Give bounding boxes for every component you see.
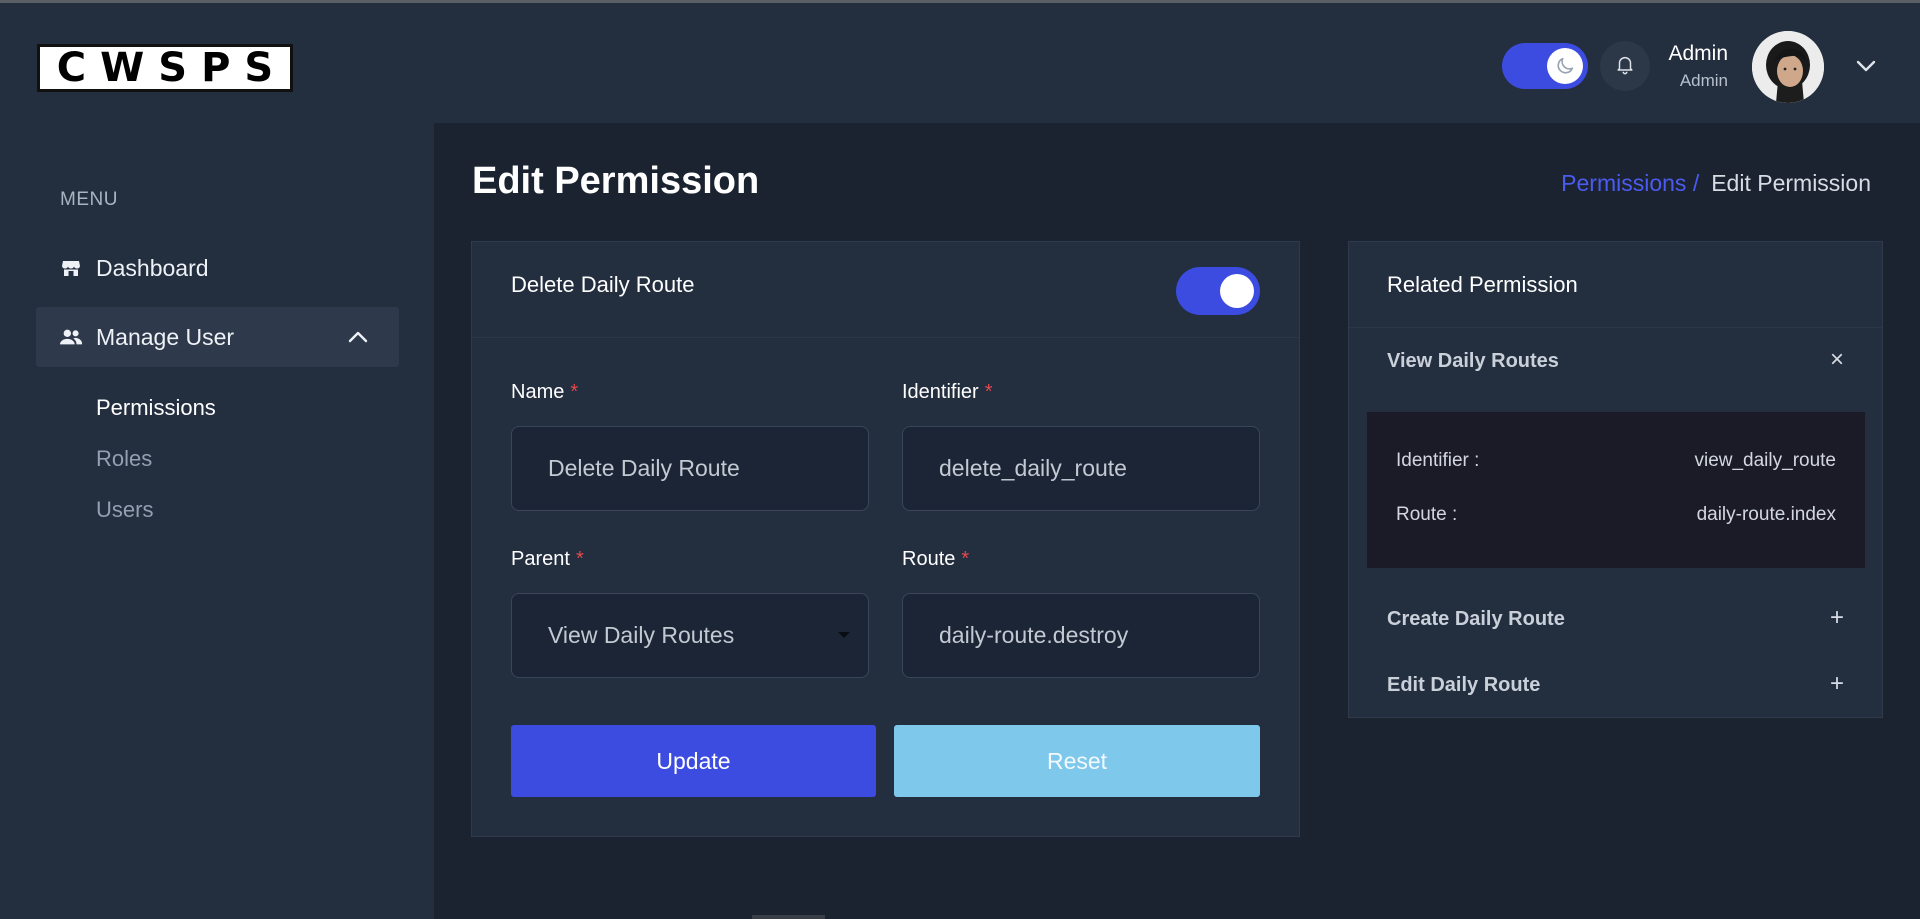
sidebar-subitem-users[interactable]: Users (96, 497, 153, 523)
name-field[interactable]: Delete Daily Route (511, 426, 869, 511)
user-role: Admin (1679, 71, 1728, 90)
sidebar-item-dashboard[interactable]: Dashboard (36, 238, 399, 298)
bell-icon (1614, 53, 1636, 80)
related-title: Related Permission (1387, 272, 1578, 297)
breadcrumb-current: Edit Permission (1711, 170, 1871, 196)
toggle-knob (1220, 274, 1254, 308)
identifier-value: view_daily_route (1694, 450, 1836, 471)
plus-icon[interactable]: + (1830, 606, 1844, 630)
accordion-title-create-daily-route[interactable]: Create Daily Route (1387, 608, 1565, 631)
breadcrumb-link-permissions[interactable]: Permissions / (1561, 170, 1699, 197)
route-label: Route * (902, 548, 969, 571)
theme-toggle[interactable] (1502, 43, 1588, 89)
reset-button[interactable]: Reset (894, 725, 1260, 797)
sidebar-item-label: Dashboard (96, 254, 209, 281)
sidebar-item-label: Manage User (96, 323, 235, 350)
identifier-label-text: Identifier (902, 381, 979, 403)
chevron-up-icon[interactable] (345, 324, 371, 350)
page-title: Edit Permission (472, 160, 760, 202)
status-toggle[interactable] (1176, 267, 1260, 315)
related-permission-card: Related Permission View Daily Routes × I… (1348, 241, 1883, 718)
parent-select-value: View Daily Routes (548, 622, 735, 648)
route-label-text: Route (902, 548, 956, 570)
caret-down-icon (838, 632, 850, 638)
required-mark: * (570, 381, 579, 403)
name-label: Name * (511, 381, 578, 404)
update-button[interactable]: Update (511, 725, 876, 797)
parent-label: Parent * (511, 548, 584, 571)
sidebar-subitem-roles[interactable]: Roles (96, 446, 152, 472)
identifier-key: Identifier : (1396, 450, 1480, 471)
users-icon (60, 326, 82, 348)
related-header: Related Permission (1349, 242, 1882, 328)
brand-logo-text: CWSPS (56, 45, 288, 91)
top-header: CWSPS Admin Admin (0, 3, 1920, 123)
route-field-value: daily-route.destroy (939, 622, 1129, 648)
parent-label-text: Parent (511, 548, 570, 570)
sidebar: MENU Dashboard Manage User Permissions R… (0, 123, 434, 919)
route-key: Route : (1396, 504, 1458, 525)
route-value: daily-route.index (1696, 504, 1836, 525)
required-mark: * (961, 548, 970, 570)
identifier-field[interactable]: delete_daily_route (902, 426, 1260, 511)
user-name: Admin (1668, 42, 1728, 65)
menu-label: MENU (60, 189, 118, 210)
scrollbar-thumb[interactable] (752, 915, 825, 919)
avatar[interactable] (1752, 31, 1824, 103)
required-mark: * (575, 548, 584, 570)
accordion-title-view-daily-routes[interactable]: View Daily Routes (1387, 350, 1559, 373)
card-header: Delete Daily Route (472, 242, 1299, 338)
sidebar-item-manage-user[interactable]: Manage User (36, 307, 399, 367)
moon-icon (1547, 48, 1583, 84)
chevron-down-icon[interactable] (1853, 53, 1879, 79)
identifier-field-value: delete_daily_route (939, 455, 1127, 481)
card-title: Delete Daily Route (511, 272, 695, 297)
close-icon[interactable]: × (1830, 348, 1844, 372)
accordion-body: Identifier : view_daily_route Route : da… (1367, 412, 1865, 568)
plus-icon[interactable]: + (1830, 672, 1844, 696)
required-mark: * (984, 381, 993, 403)
name-field-value: Delete Daily Route (548, 455, 740, 481)
name-label-text: Name (511, 381, 565, 403)
store-icon (60, 257, 82, 279)
identifier-label: Identifier * (902, 381, 993, 404)
edit-permission-card: Delete Daily Route Name * Delete Daily Ro… (471, 241, 1300, 837)
sidebar-subitem-permissions[interactable]: Permissions (96, 395, 216, 421)
route-field[interactable]: daily-route.destroy (902, 593, 1260, 678)
brand-logo[interactable]: CWSPS (37, 44, 293, 92)
breadcrumb: Permissions / Edit Permission (1561, 170, 1871, 197)
parent-select[interactable]: View Daily Routes (511, 593, 869, 678)
accordion-title-edit-daily-route[interactable]: Edit Daily Route (1387, 674, 1540, 697)
